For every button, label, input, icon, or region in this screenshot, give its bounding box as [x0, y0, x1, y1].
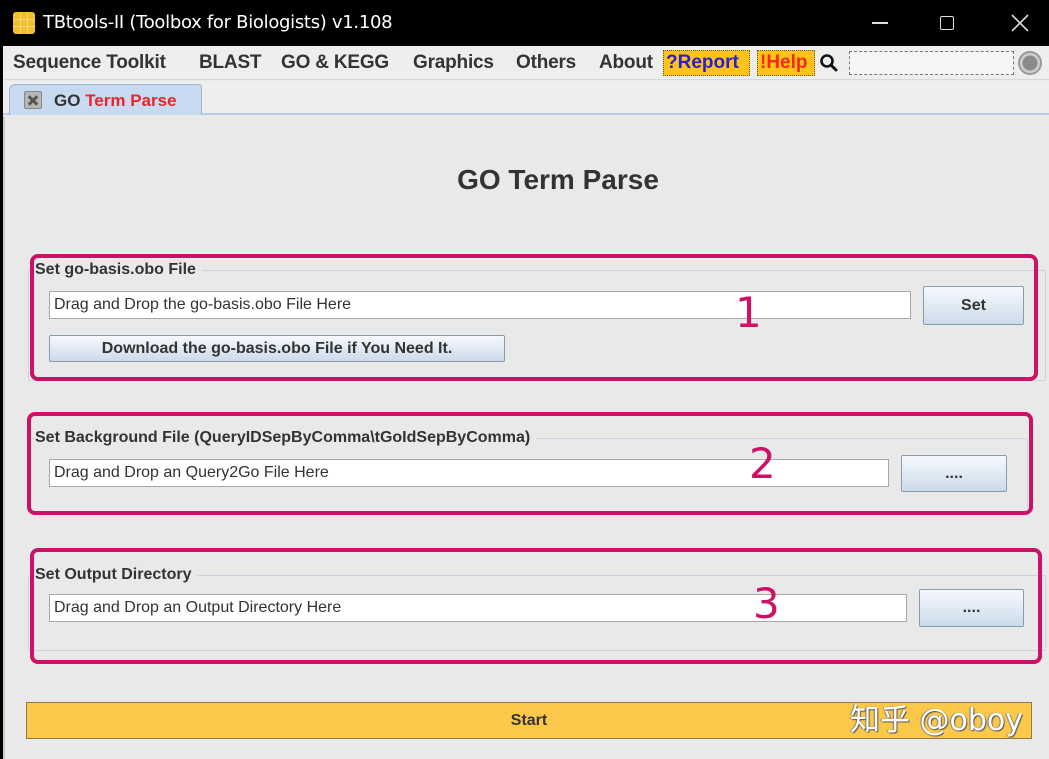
- page-title: GO Term Parse: [457, 164, 659, 195]
- minimize-icon: [872, 22, 888, 24]
- status-indicator-icon[interactable]: [1018, 51, 1042, 75]
- annotation-number-2: 2: [749, 439, 776, 488]
- main-panel: GO Term Parse Set go-basis.obo File Drag…: [3, 117, 1049, 759]
- title-bar: TBtools-II (Toolbox for Biologists) v1.1…: [0, 0, 1049, 46]
- close-button[interactable]: [995, 0, 1045, 46]
- annotation-box-3: [30, 548, 1042, 664]
- app-window: Sequence Toolkit BLAST GO & KEGG Graphic…: [3, 46, 1049, 759]
- annotation-number-1: 1: [735, 288, 762, 337]
- window-title: TBtools-II (Toolbox for Biologists) v1.1…: [43, 12, 393, 33]
- menu-about[interactable]: About: [599, 52, 653, 74]
- menu-graphics[interactable]: Graphics: [413, 52, 494, 74]
- menu-bar: Sequence Toolkit BLAST GO & KEGG Graphic…: [3, 46, 1049, 80]
- maximize-button[interactable]: [922, 0, 972, 46]
- tab-label-term-parse: Term Parse: [85, 91, 177, 110]
- search-input[interactable]: [849, 51, 1014, 75]
- tab-label-go: GO: [54, 91, 81, 110]
- tab-close-icon[interactable]: [24, 91, 42, 109]
- tab-label: GO Term Parse: [54, 91, 177, 111]
- watermark: 知乎 @oboy: [850, 703, 1024, 738]
- menu-sequence-toolkit[interactable]: Sequence Toolkit: [13, 52, 166, 74]
- close-icon: [1011, 14, 1029, 32]
- annotation-box-1: [30, 254, 1038, 381]
- search-icon[interactable]: [819, 53, 839, 73]
- maximize-icon: [940, 16, 954, 30]
- tab-go-term-parse[interactable]: GO Term Parse: [9, 84, 202, 115]
- minimize-button[interactable]: [855, 0, 905, 46]
- report-button[interactable]: ?Report: [663, 50, 750, 76]
- annotation-box-2: [27, 412, 1033, 515]
- menu-blast[interactable]: BLAST: [199, 52, 262, 74]
- menu-others[interactable]: Others: [516, 52, 576, 74]
- app-logo-icon: [13, 12, 35, 34]
- tab-strip: GO Term Parse: [3, 81, 1049, 115]
- annotation-number-3: 3: [753, 579, 780, 628]
- help-button[interactable]: !Help: [757, 50, 815, 76]
- menu-go-kegg[interactable]: GO & KEGG: [281, 52, 389, 74]
